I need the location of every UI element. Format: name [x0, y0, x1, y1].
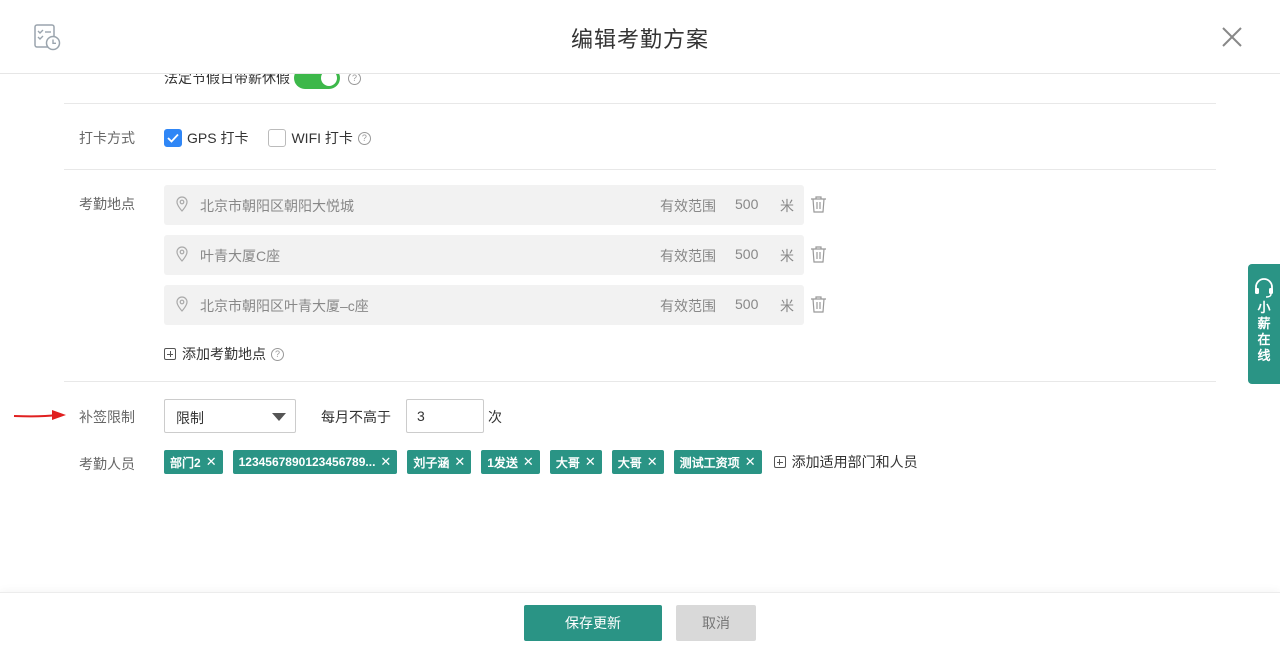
remove-tag-icon[interactable]: ✕: [745, 454, 756, 470]
divider: [64, 381, 1216, 382]
online-support-widget[interactable]: 小薪在线: [1248, 264, 1280, 384]
range-unit: 米: [780, 198, 794, 214]
remove-tag-icon[interactable]: ✕: [585, 454, 596, 470]
gps-option-label[interactable]: GPS 打卡: [187, 128, 248, 148]
range-value[interactable]: 500: [735, 196, 758, 212]
times-unit-label: 次: [488, 409, 502, 425]
add-location-button[interactable]: 添加考勤地点 ?: [164, 344, 284, 364]
help-icon[interactable]: ?: [348, 74, 361, 85]
trash-icon[interactable]: [810, 195, 827, 213]
divider: [64, 169, 1216, 170]
tag-label: 部门2: [170, 455, 201, 470]
range-label: 有效范围: [660, 248, 716, 264]
location-name: 北京市朝阳区叶青大厦–c座: [200, 298, 369, 314]
divider: [64, 103, 1216, 104]
location-pin-icon: [176, 246, 188, 262]
checkmark-icon: [167, 133, 179, 143]
range-value[interactable]: 500: [735, 246, 758, 262]
remove-tag-icon[interactable]: ✕: [454, 454, 465, 470]
people-tag: 1234567890123456789... ✕: [232, 450, 398, 474]
punch-method-options: GPS 打卡 WIFI 打卡 ?: [164, 128, 371, 148]
people-tag: 刘子涵 ✕: [407, 450, 472, 474]
caret-down-icon: [272, 413, 286, 421]
red-arrow-icon: [13, 410, 66, 420]
save-button[interactable]: 保存更新: [524, 605, 662, 641]
range-label: 有效范围: [660, 298, 716, 314]
remove-tag-icon[interactable]: ✕: [647, 454, 658, 470]
plus-icon: [164, 348, 176, 360]
help-icon[interactable]: ?: [357, 131, 371, 145]
add-location-label: 添加考勤地点: [182, 346, 266, 362]
range-label: 有效范围: [660, 198, 716, 214]
holiday-row: 法定节假日带薪休假 ?: [164, 74, 361, 90]
range-unit: 米: [780, 298, 794, 314]
toggle-knob: [321, 74, 337, 86]
cancel-button[interactable]: 取消: [676, 605, 756, 641]
people-tag: 1发送 ✕: [481, 450, 540, 474]
tag-label: 刘子涵: [413, 455, 450, 470]
dialog-footer: 保存更新 取消: [0, 592, 1280, 649]
plus-icon: [773, 456, 786, 468]
location-item[interactable]: 叶青大厦C座 有效范围 500 米: [164, 235, 804, 275]
wifi-checkbox[interactable]: [268, 129, 287, 147]
people-tag: 测试工资项 ✕: [673, 450, 762, 474]
add-people-button[interactable]: 添加适用部门和人员: [773, 452, 923, 472]
location-pin-icon: [176, 196, 188, 212]
location-name: 叶青大厦C座: [200, 248, 281, 264]
location-name: 北京市朝阳区朝阳大悦城: [200, 198, 354, 214]
makeup-limit-select[interactable]: 限制: [164, 399, 296, 433]
tag-label: 1234567890123456789...: [238, 455, 376, 469]
location-item[interactable]: 北京市朝阳区朝阳大悦城 有效范围 500 米: [164, 185, 804, 225]
people-tag: 部门2 ✕: [164, 450, 223, 474]
location-pin-icon: [176, 296, 188, 312]
tag-label: 测试工资项: [679, 455, 740, 470]
gps-checkbox[interactable]: [164, 129, 182, 147]
dialog-header: 编辑考勤方案: [0, 0, 1280, 74]
close-icon[interactable]: [1220, 25, 1244, 49]
monthly-limit-label: 每月不高于: [321, 409, 391, 425]
locations-label: 考勤地点: [79, 196, 135, 212]
makeup-limit-label: 补签限制: [79, 409, 135, 425]
dialog-title: 编辑考勤方案: [570, 27, 709, 52]
headset-icon: [1255, 278, 1273, 298]
location-item[interactable]: 北京市朝阳区叶青大厦–c座 有效范围 500 米: [164, 285, 804, 325]
holiday-label: 法定节假日带薪休假: [164, 74, 290, 86]
dialog-body[interactable]: 法定节假日带薪休假 ? 打卡方式 GPS 打卡 WIFI 打卡 ? 考勤地点 北…: [0, 74, 1280, 592]
tag-label: 大哥: [555, 455, 580, 470]
range-value[interactable]: 500: [735, 296, 758, 312]
remove-tag-icon[interactable]: ✕: [206, 454, 217, 470]
people-tag: 大哥 ✕: [611, 450, 664, 474]
range-unit: 米: [780, 248, 794, 264]
trash-icon[interactable]: [810, 295, 827, 313]
remove-tag-icon[interactable]: ✕: [523, 454, 534, 470]
help-icon[interactable]: ?: [271, 347, 284, 361]
select-value: 限制: [176, 410, 204, 426]
tag-label: 大哥: [617, 455, 642, 470]
people-label: 考勤人员: [79, 456, 135, 472]
makeup-count-input[interactable]: [406, 399, 484, 433]
holiday-toggle[interactable]: [294, 74, 340, 89]
punch-method-label: 打卡方式: [79, 130, 135, 146]
trash-icon[interactable]: [810, 245, 827, 263]
people-tag: 大哥 ✕: [549, 450, 602, 474]
add-people-label: 添加适用部门和人员: [791, 454, 918, 470]
people-tags: 部门2 ✕ 1234567890123456789... ✕ 刘子涵 ✕ 1发送 ✕ 大…: [164, 450, 923, 474]
remove-tag-icon[interactable]: ✕: [380, 454, 391, 470]
tag-label: 1发送: [487, 455, 518, 470]
support-widget-label: 小薪在线: [1257, 300, 1271, 363]
wifi-option-label[interactable]: WIFI 打卡: [291, 128, 352, 148]
